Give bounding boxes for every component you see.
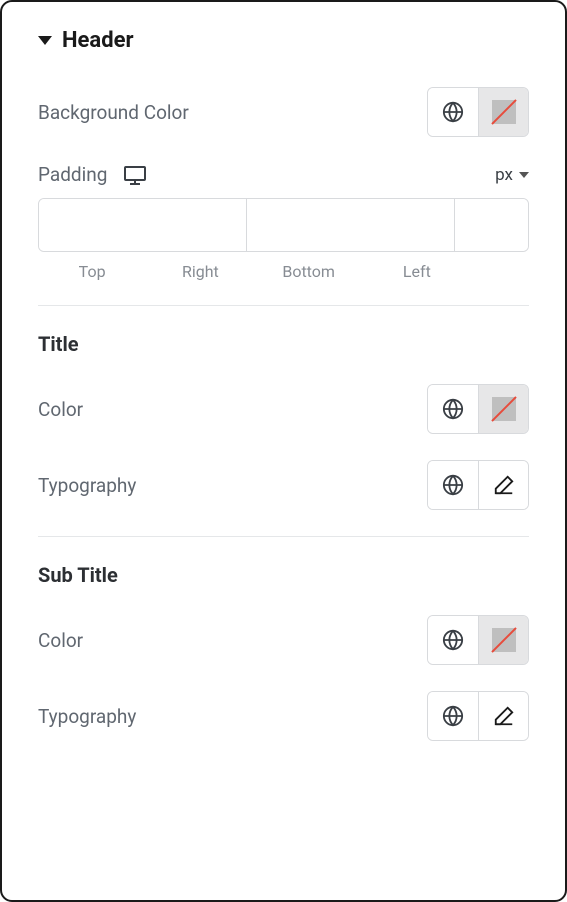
subtitle-heading: Sub Title (38, 563, 529, 587)
padding-label-group: Padding (38, 163, 147, 186)
section-title: Header (62, 28, 134, 53)
title-typography-controls (427, 460, 529, 510)
edit-typography-button[interactable] (478, 692, 528, 740)
color-swatch-button[interactable] (478, 385, 528, 433)
padding-right-input[interactable] (247, 199, 455, 251)
subtitle-typography-controls (427, 691, 529, 741)
global-color-button[interactable] (428, 385, 478, 433)
globe-icon (442, 101, 464, 123)
style-panel: Header Background Color Padding (0, 0, 567, 902)
edit-typography-button[interactable] (478, 461, 528, 509)
padding-labels-row: Top Right Bottom Left (38, 262, 529, 281)
title-typography-row: Typography (38, 460, 529, 510)
padding-inputs-group (38, 198, 529, 252)
pencil-icon (493, 474, 515, 496)
subtitle-color-row: Color (38, 615, 529, 665)
globe-icon (442, 629, 464, 651)
unit-value: px (495, 165, 513, 185)
globe-icon (442, 705, 464, 727)
global-typography-button[interactable] (428, 461, 478, 509)
subtitle-typography-label: Typography (38, 705, 136, 728)
globe-icon (442, 398, 464, 420)
subtitle-typography-row: Typography (38, 691, 529, 741)
divider (38, 305, 529, 306)
global-color-button[interactable] (428, 88, 478, 136)
global-color-button[interactable] (428, 616, 478, 664)
title-color-row: Color (38, 384, 529, 434)
title-color-controls (427, 384, 529, 434)
padding-label: Padding (38, 163, 107, 186)
no-color-icon (492, 100, 516, 124)
desktop-icon[interactable] (123, 165, 147, 185)
no-color-icon (492, 628, 516, 652)
background-color-controls (427, 87, 529, 137)
background-color-row: Background Color (38, 87, 529, 137)
header-section-toggle[interactable]: Header (38, 28, 529, 53)
background-color-label: Background Color (38, 101, 189, 124)
padding-top-input[interactable] (39, 199, 247, 251)
subtitle-color-label: Color (38, 629, 83, 652)
padding-bottom-label: Bottom (255, 262, 363, 281)
chevron-down-icon (519, 172, 529, 178)
caret-down-icon (38, 36, 52, 45)
color-swatch-button[interactable] (478, 88, 528, 136)
padding-left-label: Left (363, 262, 471, 281)
padding-header-row: Padding px (38, 163, 529, 186)
title-typography-label: Typography (38, 474, 136, 497)
title-heading: Title (38, 332, 529, 356)
subtitle-color-controls (427, 615, 529, 665)
padding-bottom-input[interactable] (455, 199, 529, 251)
padding-right-label: Right (146, 262, 254, 281)
color-swatch-button[interactable] (478, 616, 528, 664)
spacer (471, 262, 529, 281)
title-color-label: Color (38, 398, 83, 421)
globe-icon (442, 474, 464, 496)
no-color-icon (492, 397, 516, 421)
global-typography-button[interactable] (428, 692, 478, 740)
divider (38, 536, 529, 537)
padding-top-label: Top (38, 262, 146, 281)
pencil-icon (493, 705, 515, 727)
unit-selector[interactable]: px (495, 165, 529, 185)
